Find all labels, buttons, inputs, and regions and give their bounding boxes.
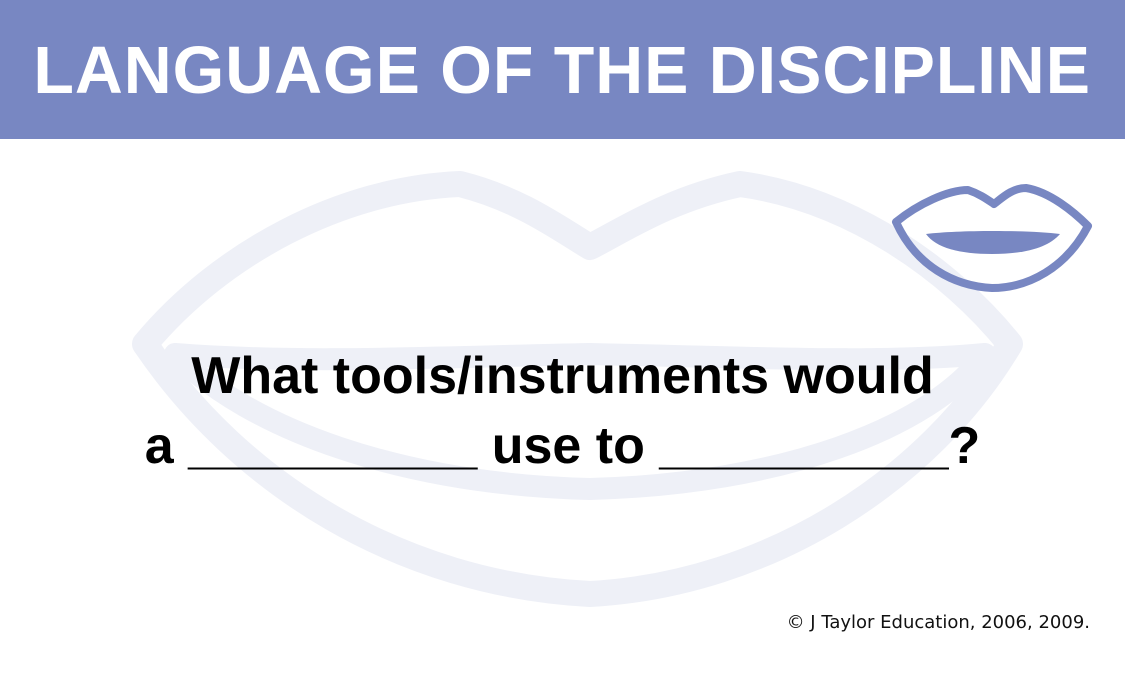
question-line-1: What tools/instruments would (191, 347, 934, 405)
question-line-2: a __________ use to __________? (144, 417, 981, 475)
title-banner: LANGUAGE OF THE DISCIPLINE (0, 0, 1125, 139)
page-title: LANGUAGE OF THE DISCIPLINE (33, 33, 1092, 108)
lips-icon (892, 184, 1092, 292)
question-prompt: What tools/instruments would a _________… (0, 341, 1125, 481)
copyright-notice: © J Taylor Education, 2006, 2009. (786, 612, 1090, 633)
